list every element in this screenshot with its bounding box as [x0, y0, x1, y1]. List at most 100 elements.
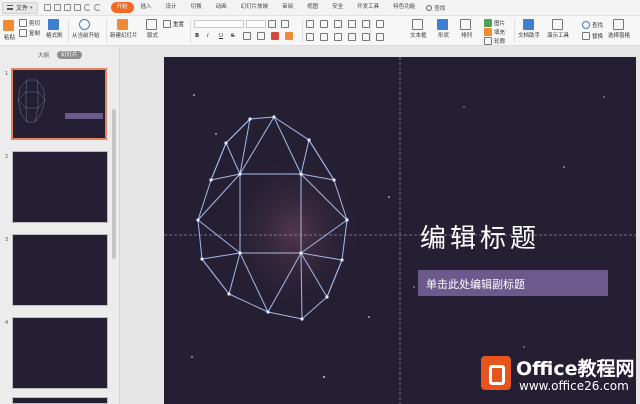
fill-button[interactable]: 填充 — [484, 28, 505, 36]
tab-review[interactable]: 审阅 — [275, 2, 300, 13]
format-painter-label: 格式刷 — [46, 33, 63, 39]
find-button[interactable]: 查找 — [582, 21, 603, 29]
office-logo-icon — [481, 356, 511, 390]
layout-button[interactable]: 版式 — [146, 19, 159, 39]
slide-thumbnail-1[interactable] — [11, 68, 107, 140]
tab-home[interactable]: 开始 — [110, 2, 134, 13]
undo-icon[interactable] — [83, 4, 91, 11]
site-watermark: Office教程网 www.office26.com — [478, 352, 640, 404]
doc-assistant-button[interactable]: 文档助手 — [518, 19, 540, 39]
play-from-current-button[interactable]: 从当前开始 — [72, 19, 100, 39]
divider — [106, 19, 107, 43]
font-size-controls — [268, 20, 291, 28]
highlight-icon[interactable] — [285, 32, 293, 40]
text-direction-icon[interactable] — [376, 20, 384, 28]
align-right-icon[interactable] — [334, 33, 342, 41]
reset-button[interactable]: 重置 — [163, 20, 184, 28]
indent-increase-icon[interactable] — [348, 20, 356, 28]
tab-special-features[interactable]: 特色功能 — [386, 2, 422, 13]
play-from-current-label: 从当前开始 — [72, 33, 100, 39]
copy-label: 复制 — [29, 31, 41, 37]
italic-button[interactable]: I — [207, 33, 209, 39]
replace-icon — [582, 32, 590, 40]
new-slide-button[interactable]: 新建幻灯片 — [110, 19, 138, 39]
underline-button[interactable]: U — [219, 33, 223, 39]
font-family-select[interactable] — [194, 20, 244, 28]
columns-icon[interactable] — [376, 33, 384, 41]
increase-font-icon[interactable] — [268, 20, 276, 28]
presentation-tools-label: 演示工具 — [547, 33, 570, 39]
font-size-select[interactable] — [246, 20, 266, 28]
slide-thumbnail-4[interactable] — [12, 317, 108, 389]
divider — [514, 19, 515, 43]
textbox-icon — [411, 19, 423, 30]
arrange-button[interactable]: 排列 — [460, 19, 473, 39]
redo-icon[interactable] — [93, 4, 101, 11]
find-label: 查找 — [592, 23, 604, 29]
slide-number: 4 — [5, 320, 9, 326]
quick-access-toolbar — [43, 4, 101, 11]
strikethrough-button[interactable]: S — [231, 33, 235, 39]
tab-slides[interactable]: 幻灯片 — [57, 51, 82, 59]
reset-icon — [163, 20, 171, 28]
superscript-icon[interactable] — [243, 32, 251, 40]
thumbnail-scrollbar[interactable] — [112, 109, 116, 259]
file-menu-label: 文件 — [16, 5, 29, 12]
decrease-font-icon[interactable] — [281, 20, 289, 28]
tab-security[interactable]: 安全 — [325, 2, 350, 13]
numbering-icon[interactable] — [320, 20, 328, 28]
line-spacing-icon[interactable] — [362, 20, 370, 28]
subscript-icon[interactable] — [257, 32, 265, 40]
arrange-icon — [460, 19, 471, 30]
tab-transitions[interactable]: 切换 — [184, 2, 209, 13]
preview-icon[interactable] — [73, 4, 81, 11]
copy-button[interactable]: 复制 — [19, 29, 40, 37]
format-painter-button[interactable]: 格式刷 — [46, 19, 63, 39]
distributed-icon[interactable] — [362, 33, 370, 41]
justify-icon[interactable] — [348, 33, 356, 41]
file-menu-button[interactable]: 文件 ▾ — [2, 1, 38, 14]
print-icon[interactable] — [63, 4, 71, 11]
slide-number: 3 — [5, 237, 9, 243]
watermark-name: Office教程网 — [516, 358, 635, 380]
copy-icon — [19, 29, 27, 37]
slide-thumbnail-3[interactable] — [12, 234, 108, 306]
open-icon[interactable] — [53, 4, 61, 11]
slide-title[interactable]: 编辑标题 — [420, 218, 540, 255]
outline-label: 轮廓 — [494, 39, 506, 45]
tab-animations[interactable]: 动画 — [209, 2, 234, 13]
presentation-tools-button[interactable]: 演示工具 — [547, 19, 569, 39]
bold-button[interactable]: B — [195, 33, 199, 39]
indent-decrease-icon[interactable] — [334, 20, 342, 28]
tab-view[interactable]: 视图 — [300, 2, 325, 13]
assistant-icon — [522, 19, 534, 30]
font-color-icon[interactable] — [271, 32, 279, 40]
replace-button[interactable]: 替换 — [582, 32, 603, 40]
tab-design[interactable]: 设计 — [159, 2, 184, 13]
cut-button[interactable]: 剪切 — [19, 19, 40, 27]
tab-slideshow[interactable]: 幻灯片放映 — [234, 2, 276, 13]
save-icon[interactable] — [43, 4, 51, 11]
bullets-icon[interactable] — [306, 20, 314, 28]
reset-label: 重置 — [173, 22, 185, 28]
picture-icon — [484, 19, 492, 27]
select-pane-button[interactable]: 选择窗格 — [608, 19, 630, 39]
tab-developer[interactable]: 开发工具 — [350, 2, 386, 13]
tab-outline[interactable]: 大纲 — [38, 51, 49, 59]
slide-thumbnail-5[interactable] — [12, 397, 108, 404]
search-box[interactable]: 查找 — [426, 4, 445, 12]
textbox-button[interactable]: 文本框 — [410, 19, 427, 39]
picture-button[interactable]: 图片 — [484, 19, 505, 27]
slide-thumbnail-2[interactable] — [12, 151, 108, 223]
align-left-icon[interactable] — [306, 33, 314, 41]
paste-label: 粘贴 — [3, 35, 15, 41]
shape-label: 形状 — [437, 33, 449, 39]
align-center-icon[interactable] — [320, 33, 328, 41]
outline-button[interactable]: 轮廓 — [484, 37, 505, 45]
layout-label: 版式 — [146, 33, 158, 39]
tab-insert[interactable]: 插入 — [134, 2, 159, 13]
shape-button[interactable]: 形状 — [437, 19, 450, 39]
subtitle-placeholder[interactable]: 单击此处编辑副标题 — [418, 270, 608, 296]
paste-button[interactable]: 粘贴 — [3, 20, 16, 41]
menu-bar: 文件 ▾ 开始 插入 设计 切换 动画 幻灯片放映 审阅 视图 安全 开发工具 … — [0, 0, 640, 16]
